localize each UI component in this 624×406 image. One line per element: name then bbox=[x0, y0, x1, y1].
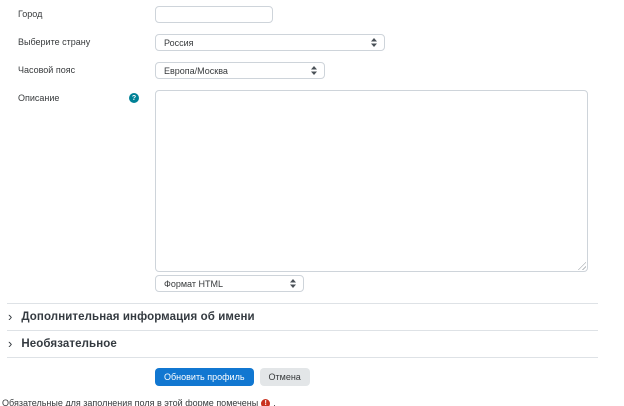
profile-edit-form: Город Выберите страну Россия Часовой поя… bbox=[0, 0, 624, 406]
select-caret-icon bbox=[371, 38, 377, 47]
format-select-value: Формат HTML bbox=[164, 279, 223, 289]
section-optional[interactable]: › Необязательное bbox=[7, 330, 598, 357]
section-title: Необязательное bbox=[21, 338, 117, 350]
form-fields: Город Выберите страну Россия Часовой поя… bbox=[0, 0, 624, 292]
description-control: Формат HTML bbox=[155, 90, 588, 292]
section-additional-name-info[interactable]: › Дополнительная информация об имени bbox=[7, 303, 598, 330]
description-label: Описание bbox=[18, 93, 59, 104]
help-icon[interactable]: ? bbox=[129, 93, 139, 103]
required-note-suffix: . bbox=[273, 398, 276, 406]
required-note-text: Обязательные для заполнения поля в этой … bbox=[2, 398, 258, 406]
field-row-city: Город bbox=[0, 6, 624, 23]
field-row-country: Выберите страну Россия bbox=[0, 34, 624, 51]
description-label-cell: Описание ? bbox=[0, 90, 155, 104]
timezone-label-cell: Часовой пояс bbox=[0, 65, 155, 76]
required-exclamation-icon: ! bbox=[261, 399, 270, 406]
chevron-right-icon: › bbox=[8, 311, 12, 323]
timezone-label: Часовой пояс bbox=[18, 65, 75, 76]
country-select-value: Россия bbox=[164, 38, 194, 48]
city-label: Город bbox=[18, 9, 42, 20]
collapsed-sections: › Дополнительная информация об имени › Н… bbox=[0, 303, 624, 358]
timezone-select[interactable]: Европа/Москва bbox=[155, 62, 325, 79]
select-caret-icon bbox=[290, 279, 296, 288]
section-title: Дополнительная информация об имени bbox=[21, 311, 254, 323]
field-row-timezone: Часовой пояс Европа/Москва bbox=[0, 62, 624, 79]
city-input[interactable] bbox=[155, 6, 273, 23]
field-row-description: Описание ? Формат HTML bbox=[0, 90, 624, 292]
select-caret-icon bbox=[311, 66, 317, 75]
required-fields-note: Обязательные для заполнения поля в этой … bbox=[2, 398, 624, 406]
description-textarea-wrap bbox=[155, 90, 588, 272]
description-textarea[interactable] bbox=[155, 90, 588, 272]
country-label: Выберите страну bbox=[18, 37, 90, 48]
timezone-select-value: Европа/Москва bbox=[164, 66, 228, 76]
chevron-right-icon: › bbox=[8, 338, 12, 350]
country-label-cell: Выберите страну bbox=[0, 37, 155, 48]
cancel-button[interactable]: Отмена bbox=[260, 368, 310, 386]
form-actions: Обновить профиль Отмена bbox=[155, 368, 624, 386]
city-label-cell: Город bbox=[0, 9, 155, 20]
update-profile-button[interactable]: Обновить профиль bbox=[155, 368, 254, 386]
section-divider bbox=[7, 357, 598, 358]
format-select[interactable]: Формат HTML bbox=[155, 275, 304, 292]
country-select[interactable]: Россия bbox=[155, 34, 385, 51]
